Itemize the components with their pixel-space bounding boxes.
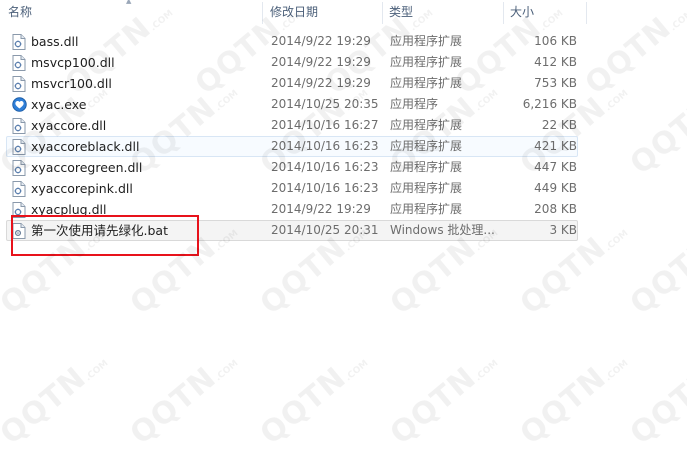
file-type: 应用程序扩展 <box>390 160 463 174</box>
file-size: 106 KB <box>534 34 577 48</box>
watermark-suffix: .COM <box>343 358 371 384</box>
qqtn-watermark: QQTN.COM <box>384 343 504 452</box>
qqtn-watermark: QQTN.COM <box>623 343 687 452</box>
file-modified-date: 2014/10/25 20:35 <box>271 97 379 111</box>
qqtn-watermark: QQTN.COM <box>514 343 634 452</box>
dll-file-icon <box>12 160 26 176</box>
file-name: xyac.exe <box>31 97 87 112</box>
column-header-size-label: 大小 <box>510 5 535 19</box>
file-size: 421 KB <box>534 139 577 153</box>
column-header-date[interactable]: 修改日期 <box>266 0 382 24</box>
qqtn-watermark: QQTN.COM <box>623 73 687 182</box>
file-size: 412 KB <box>534 55 577 69</box>
watermark-text: QQTN <box>513 360 614 452</box>
file-name: msvcr100.dll <box>31 76 112 91</box>
watermark-text: QQTN <box>623 360 687 452</box>
file-name: bass.dll <box>31 34 79 49</box>
watermark-text: QQTN <box>253 230 354 322</box>
watermark-text: QQTN <box>513 230 614 322</box>
file-modified-date: 2014/10/16 16:23 <box>271 181 379 195</box>
file-size: 449 KB <box>534 181 577 195</box>
dll-file-icon <box>12 76 26 92</box>
watermark-text: QQTN <box>623 90 687 182</box>
dll-file-icon <box>12 118 26 134</box>
file-size: 447 KB <box>534 160 577 174</box>
watermark-text: QQTN <box>383 360 484 452</box>
file-type: 应用程序扩展 <box>390 55 463 69</box>
file-type: 应用程序 <box>390 97 439 111</box>
file-name: xyaccoregreen.dll <box>31 160 143 175</box>
file-type: 应用程序扩展 <box>390 118 463 132</box>
file-name: msvcp100.dll <box>31 55 115 70</box>
file-name: xyaccoreblack.dll <box>31 139 140 154</box>
watermark-text: QQTN <box>383 230 484 322</box>
watermark-text: QQTN <box>623 230 687 322</box>
file-size: 6,216 KB <box>522 97 577 111</box>
exe-app-icon <box>12 97 27 113</box>
watermark-suffix: .COM <box>213 358 241 384</box>
file-modified-date: 2014/9/22 19:29 <box>271 76 371 90</box>
watermark-text: QQTN <box>0 360 94 452</box>
column-divider[interactable] <box>503 2 504 24</box>
watermark-text: QQTN <box>253 360 354 452</box>
column-header-type-label: 类型 <box>389 5 414 19</box>
watermark-text: QQTN <box>123 360 224 452</box>
watermark-suffix: .COM <box>603 228 631 254</box>
file-type: 应用程序扩展 <box>390 76 463 90</box>
file-size: 208 KB <box>534 202 577 216</box>
file-modified-date: 2014/9/22 19:29 <box>271 202 371 216</box>
column-header-size[interactable]: 大小 <box>506 0 586 24</box>
sort-ascending-icon: ▲ <box>126 0 132 5</box>
dll-file-icon <box>12 55 26 71</box>
file-modified-date: 2014/10/16 16:23 <box>271 160 379 174</box>
column-header-date-label: 修改日期 <box>270 5 319 19</box>
file-type: 应用程序扩展 <box>390 202 463 216</box>
file-row[interactable]: xyac.exe 2014/10/25 20:35 应用程序 6,216 KB <box>6 94 578 115</box>
file-modified-date: 2014/10/16 16:27 <box>271 118 379 132</box>
file-row[interactable]: msvcp100.dll 2014/9/22 19:29 应用程序扩展 412 KB <box>6 52 578 73</box>
file-row[interactable]: msvcr100.dll 2014/9/22 19:29 应用程序扩展 753 KB <box>6 73 578 94</box>
qqtn-watermark: QQTN.COM <box>254 343 374 452</box>
file-modified-date: 2014/10/25 20:31 <box>271 223 379 237</box>
column-divider[interactable] <box>586 2 587 24</box>
file-type: 应用程序扩展 <box>390 181 463 195</box>
file-row[interactable]: xyaccore.dll 2014/10/16 16:27 应用程序扩展 22 KB <box>6 115 578 136</box>
column-divider[interactable] <box>382 2 383 24</box>
file-size: 3 KB <box>549 223 577 237</box>
file-row[interactable]: xyaccoregreen.dll 2014/10/16 16:23 应用程序扩展 4… <box>6 157 578 178</box>
qqtn-watermark: QQTN.COM <box>0 343 114 452</box>
file-name: xyaccore.dll <box>31 118 107 133</box>
watermark-text: QQTN <box>578 10 679 102</box>
file-row[interactable]: bass.dll 2014/9/22 19:29 应用程序扩展 106 KB <box>6 31 578 52</box>
file-modified-date: 2014/9/22 19:29 <box>271 34 371 48</box>
file-row[interactable]: xyaccoreblack.dll 2014/10/16 16:23 应用程序扩展 4… <box>6 136 578 157</box>
file-modified-date: 2014/10/16 16:23 <box>271 139 379 153</box>
qqtn-watermark: QQTN.COM <box>124 343 244 452</box>
file-modified-date: 2014/9/22 19:29 <box>271 55 371 69</box>
watermark-suffix: .COM <box>473 358 501 384</box>
dll-file-icon <box>12 34 26 50</box>
file-type: 应用程序扩展 <box>390 139 463 153</box>
file-size: 22 KB <box>541 118 577 132</box>
dll-file-icon <box>12 181 26 197</box>
file-size: 753 KB <box>534 76 577 90</box>
file-type: 应用程序扩展 <box>390 34 463 48</box>
highlight-annotation-box <box>11 215 199 256</box>
file-row[interactable]: xyaccorepink.dll 2014/10/16 16:23 应用程序扩展 44… <box>6 178 578 199</box>
file-name: xyaccorepink.dll <box>31 181 133 196</box>
dll-file-icon <box>12 139 26 155</box>
column-header-type[interactable]: 类型 <box>385 0 503 24</box>
column-header-bar: 名称 ▲ 修改日期 类型 大小 <box>0 0 687 24</box>
watermark-suffix: .COM <box>603 358 631 384</box>
watermark-suffix: .COM <box>603 88 631 114</box>
file-type: Windows 批处理... <box>390 223 495 237</box>
watermark-suffix: .COM <box>83 358 111 384</box>
column-divider[interactable] <box>262 2 263 24</box>
column-header-name-label: 名称 <box>8 5 33 19</box>
qqtn-watermark: QQTN.COM <box>623 213 687 322</box>
